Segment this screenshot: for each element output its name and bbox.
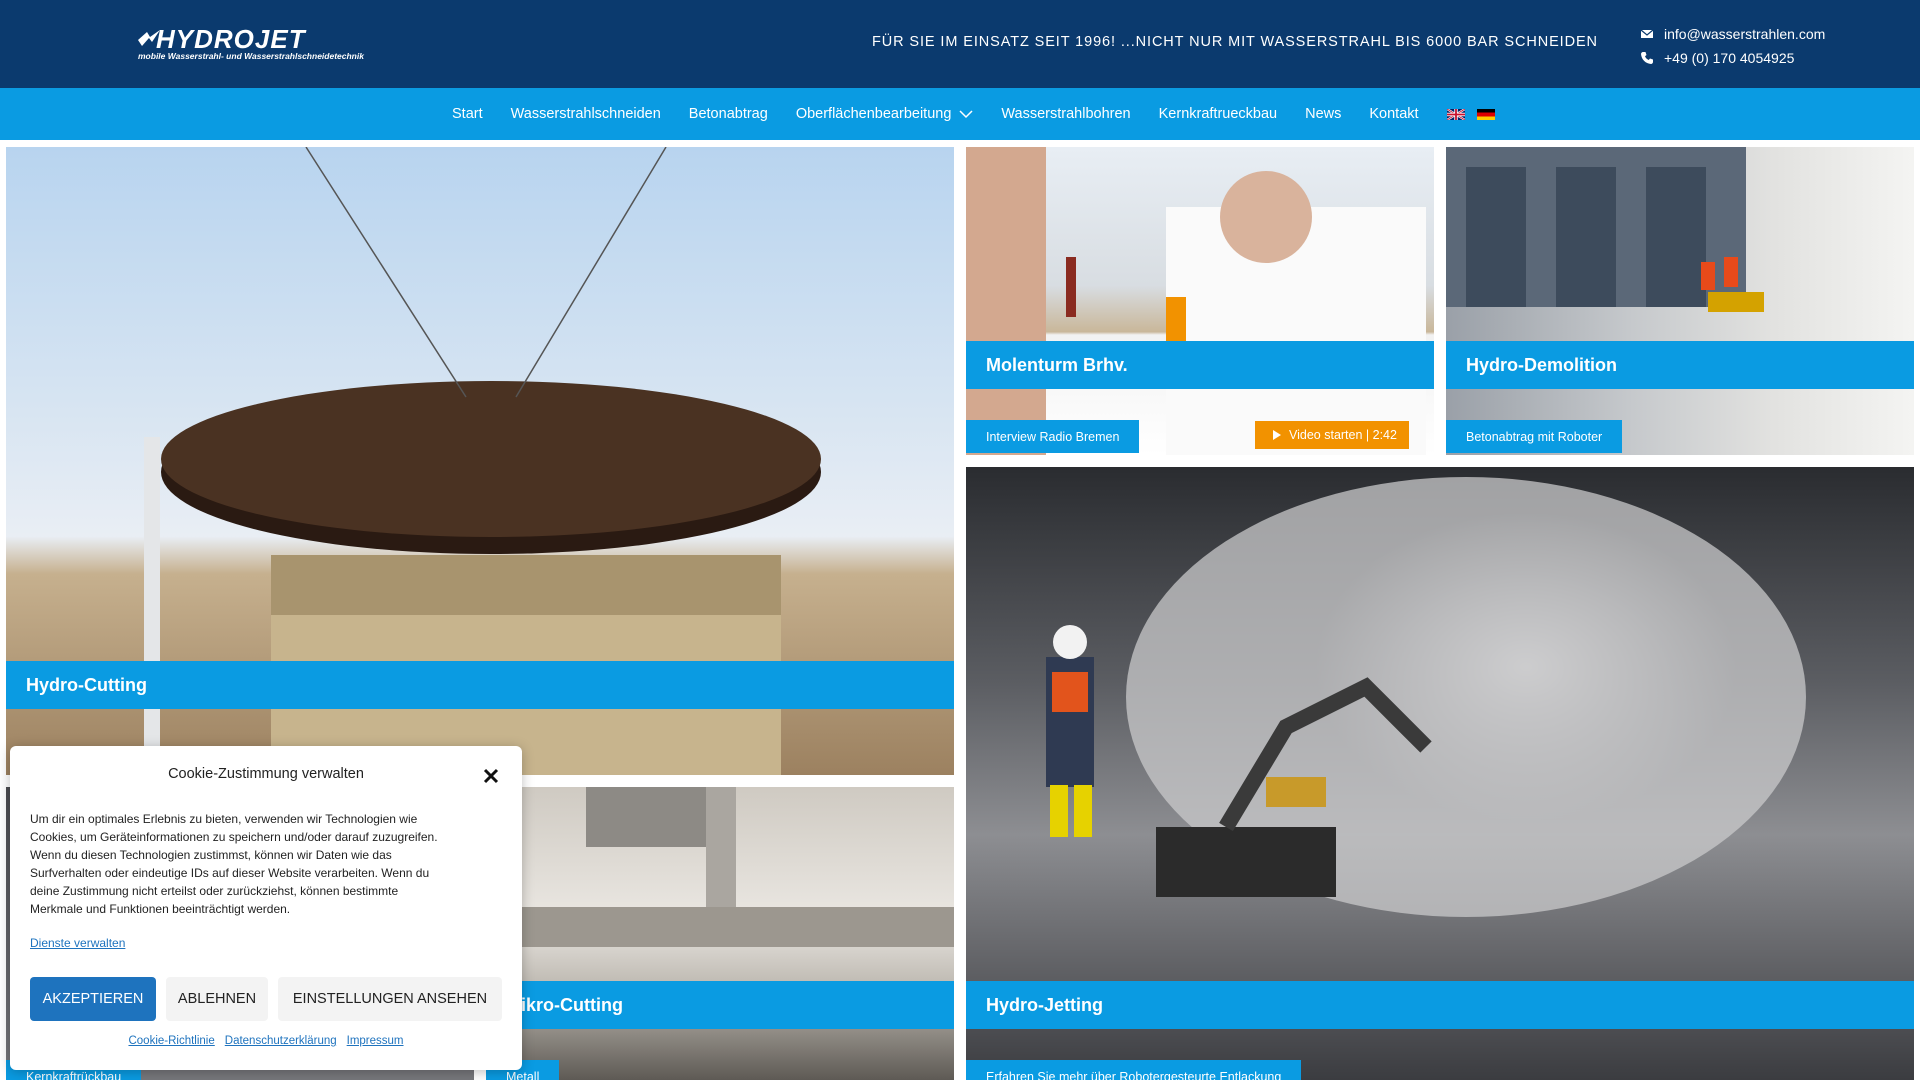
contact-phone[interactable]: +49 (0) 170 4054925 [1664, 50, 1794, 66]
logo-wordmark: HYDROJET [156, 24, 306, 54]
top-header: HYDROJET mobile Wasserstrahl- und Wasser… [0, 0, 1920, 88]
nav-items: Start Wasserstrahlschneiden Betonabtrag … [452, 88, 1507, 140]
cookie-consent-dialog: Cookie-Zustimmung verwalten Um dir ein o… [10, 746, 522, 1070]
chevron-down-icon[interactable] [959, 109, 973, 119]
nav-item-betonabtrag[interactable]: Betonabtrag [689, 106, 768, 122]
tile-mikro-cutting[interactable]: Mikro-Cutting Metall [486, 787, 954, 1080]
tile-title-bar: Hydro-Cutting [6, 661, 954, 709]
nav-item-kontakt[interactable]: Kontakt [1369, 106, 1418, 122]
molenturm-image [966, 147, 1434, 455]
tile-title-bar: Mikro-Cutting [486, 981, 954, 1029]
imprint-link[interactable]: Impressum [347, 1035, 404, 1047]
cookie-policy-link[interactable]: Cookie-Richtlinie [128, 1035, 214, 1047]
contact-email[interactable]: info@wasserstrahlen.com [1664, 26, 1825, 42]
logo[interactable]: HYDROJET mobile Wasserstrahl- und Wasser… [138, 24, 388, 61]
tile-hydro-cutting[interactable]: Hydro-Cutting [6, 147, 954, 775]
tile-title-bar: Hydro-Jetting [966, 981, 1914, 1029]
mikro-cutting-image [486, 787, 954, 1080]
contact-phone-row[interactable]: +49 (0) 170 4054925 [1640, 46, 1825, 70]
accept-button[interactable]: AKZEPTIEREN [30, 977, 156, 1021]
cookie-dialog-text: Um dir ein optimales Erlebnis zu bieten,… [30, 812, 438, 916]
manage-services-link[interactable]: Dienste verwalten [30, 936, 125, 950]
hydro-demolition-image [1446, 147, 1914, 455]
contact-email-row[interactable]: info@wasserstrahlen.com [1640, 22, 1825, 46]
nav-spacer [0, 140, 1920, 147]
header-tagline: FÜR SIE IM EINSATZ SEIT 1996! ...NICHT N… [872, 34, 1598, 50]
nav-item-news[interactable]: News [1305, 106, 1341, 122]
tile-title-bar: Hydro-Demolition [1446, 341, 1914, 389]
close-icon[interactable] [483, 768, 499, 784]
mikro-cutting-illustration [486, 787, 954, 947]
cookie-dialog-title: Cookie-Zustimmung verwalten [168, 766, 364, 782]
de-flag-icon[interactable] [1476, 108, 1495, 120]
logo-subtitle: mobile Wasserstrahl- und Wasserstrahlsch… [138, 51, 364, 61]
interview-illustration [966, 147, 1426, 455]
en-flag-icon[interactable] [1446, 108, 1465, 120]
tile-hydro-jetting[interactable]: Hydro-Jetting Erfahren Sie mehr über Rob… [966, 467, 1914, 1080]
nav-item-kernkraftrueckbau[interactable]: Kernkraftrueckbau [1159, 106, 1277, 122]
cookie-dialog-links: Cookie-Richtlinie Datenschutzerklärung I… [10, 1035, 522, 1047]
header-contact: info@wasserstrahlen.com +49 (0) 170 4054… [1640, 22, 1825, 70]
tile-hydro-demolition[interactable]: Hydro-Demolition Betonabtrag mit Roboter [1446, 147, 1914, 455]
nav-item-start[interactable]: Start [452, 106, 483, 122]
view-settings-button[interactable]: EINSTELLUNGEN ANSEHEN [278, 977, 502, 1021]
tile-tag: Interview Radio Bremen [966, 420, 1140, 453]
video-start-button[interactable]: Video starten | 2:42 [1255, 421, 1409, 449]
nav-item-oberflaechenbearbeitung[interactable]: Oberflächenbearbeitung [796, 106, 974, 122]
deny-button[interactable]: ABLEHNEN [166, 977, 268, 1021]
envelope-icon [1640, 29, 1654, 38]
demolition-illustration [1446, 147, 1764, 312]
video-start-label: Video starten | 2:42 [1289, 428, 1397, 442]
tile-tag: Betonabtrag mit Roboter [1446, 420, 1623, 453]
tile-tag: Erfahren Sie mehr über Robotergesteurte … [966, 1060, 1302, 1080]
privacy-policy-link[interactable]: Datenschutzerklärung [225, 1035, 337, 1047]
main-navigation: Start Wasserstrahlschneiden Betonabtrag … [0, 88, 1920, 140]
play-icon [1273, 430, 1281, 440]
nav-item-wasserstrahlschneiden[interactable]: Wasserstrahlschneiden [511, 106, 661, 122]
phone-icon [1641, 52, 1653, 64]
nav-item-oberflaechenbearbeitung-label: Oberflächenbearbeitung [795, 106, 952, 122]
tile-molenturm[interactable]: Molenturm Brhv. Interview Radio Bremen V… [966, 147, 1434, 455]
nav-item-wasserstrahlbohren[interactable]: Wasserstrahlbohren [1001, 106, 1130, 122]
tile-title-bar: Molenturm Brhv. [966, 341, 1434, 389]
